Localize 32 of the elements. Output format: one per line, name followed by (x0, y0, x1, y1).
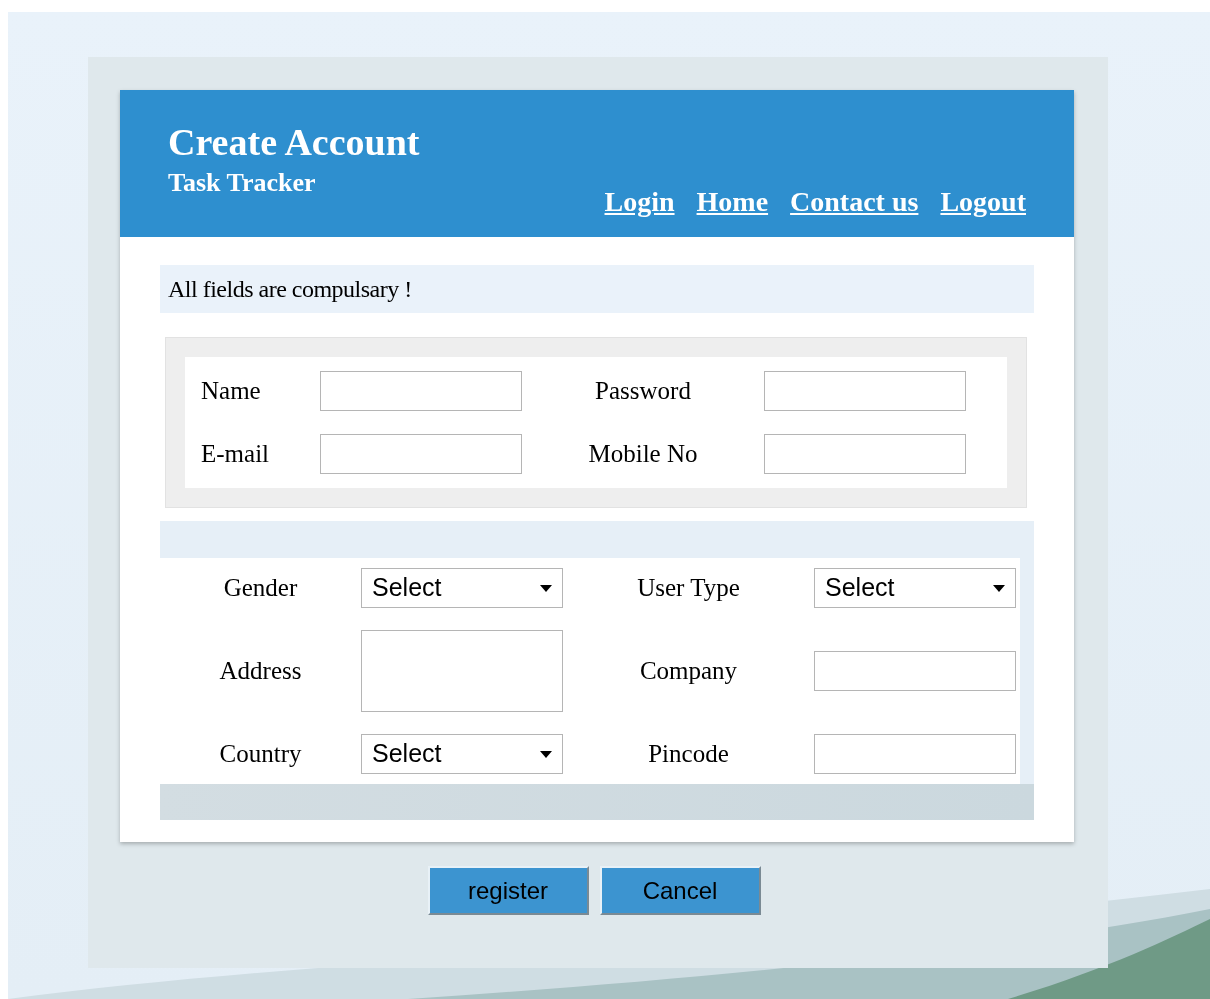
dropdown[interactable]: Select (361, 568, 563, 608)
input-field[interactable] (814, 651, 1016, 691)
page-title: Create Account (168, 120, 420, 164)
app-subtitle: Task Tracker (168, 167, 317, 199)
text-area[interactable] (361, 630, 563, 712)
form-button[interactable]: Cancel (599, 866, 761, 915)
nav-link[interactable]: Home (696, 181, 769, 223)
field-label: Pincode (648, 739, 729, 770)
form-button[interactable]: register (427, 866, 589, 915)
nav-link[interactable]: Contact us (790, 181, 919, 223)
input-field[interactable] (764, 371, 966, 411)
input-field[interactable] (320, 371, 522, 411)
field-label: Gender (223, 573, 298, 604)
field-label: Address (219, 656, 302, 687)
dropdown[interactable]: Select (814, 568, 1016, 608)
field-label: E-mail (201, 439, 270, 470)
field-label: Name (201, 376, 261, 407)
field-label: Mobile No (588, 439, 698, 470)
nav-link[interactable]: Logout (940, 181, 1026, 223)
nav-link[interactable]: Login (604, 181, 675, 223)
caret-icon (993, 584, 1005, 592)
input-field[interactable] (764, 434, 966, 474)
notice-text: All fields are compulsary ! (168, 275, 412, 304)
field-label: Country (219, 739, 302, 770)
field-label: Company (639, 656, 738, 687)
field-label: Password (595, 376, 691, 407)
field-label: User Type (637, 573, 740, 604)
caret-icon (540, 584, 552, 592)
input-field[interactable] (814, 734, 1016, 774)
input-field[interactable] (320, 434, 522, 474)
caret-icon (540, 750, 552, 758)
dropdown[interactable]: Select (361, 734, 563, 774)
